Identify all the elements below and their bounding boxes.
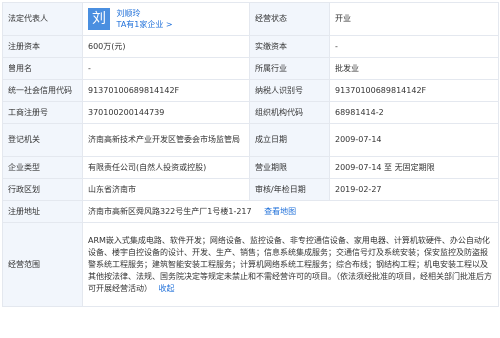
table-row: 注册地址 济南市高新区舜风路322号生产厂1号楼1-217 查看地图 [2, 200, 499, 223]
view-map-link[interactable]: 查看地图 [264, 207, 296, 216]
address-cell: 济南市高新区舜风路322号生产厂1号楼1-217 查看地图 [82, 200, 499, 223]
table-row: 登记机关 济南高新技术产业开发区管委会市场监管局 成立日期 2009-07-14 [2, 123, 499, 157]
industry-label: 所属行业 [249, 57, 330, 80]
table-row: 行政区划 山东省济南市 审核/年检日期 2019-02-27 [2, 178, 499, 201]
inspection-date-label: 审核/年检日期 [249, 178, 330, 201]
inspection-date-value: 2019-02-27 [329, 178, 499, 201]
table-row: 工商注册号 370100200144739 组织机构代码 68981414-2 [2, 101, 499, 124]
table-row: 企业类型 有限责任公司(自然人投资或控股) 营业期限 2009-07-14 至 … [2, 156, 499, 179]
registration-authority-label: 登记机关 [2, 123, 83, 157]
registration-authority-value: 济南高新技术产业开发区管委会市场监管局 [82, 123, 250, 157]
org-code-label: 组织机构代码 [249, 101, 330, 124]
collapse-link[interactable]: 收起 [159, 284, 175, 293]
industry-value: 批发业 [329, 57, 499, 80]
org-code-value: 68981414-2 [329, 101, 499, 124]
business-term-label: 营业期限 [249, 156, 330, 179]
table-row: 曾用名 - 所属行业 批发业 [2, 57, 499, 80]
credit-code-value: 91370100689814142F [82, 79, 250, 102]
address-label: 注册地址 [2, 200, 83, 223]
taxpayer-id-value: 91370100689814142F [329, 79, 499, 102]
paid-capital-label: 实缴资本 [249, 35, 330, 58]
table-row: 注册资本 600万(元) 实缴资本 - [2, 35, 499, 58]
region-value: 山东省济南市 [82, 178, 250, 201]
business-term-value: 2009-07-14 至 无固定期限 [329, 156, 499, 179]
founding-date-label: 成立日期 [249, 123, 330, 157]
paid-capital-value: - [329, 35, 499, 58]
taxpayer-id-label: 纳税人识别号 [249, 79, 330, 102]
status-label: 经营状态 [249, 2, 330, 36]
registered-capital-label: 注册资本 [2, 35, 83, 58]
company-info-table: 法定代表人 刘 刘顺玲 TA有1家企业 > 经营状态 开业 注册资本 600万(… [2, 2, 499, 307]
legal-rep-label: 法定代表人 [2, 2, 83, 36]
company-type-value: 有限责任公司(自然人投资或控股) [82, 156, 250, 179]
registration-number-label: 工商注册号 [2, 101, 83, 124]
legal-rep-cell: 刘 刘顺玲 TA有1家企业 > [82, 2, 250, 36]
former-name-label: 曾用名 [2, 57, 83, 80]
company-type-label: 企业类型 [2, 156, 83, 179]
legal-rep-companies-link[interactable]: TA有1家企业 > [117, 19, 173, 30]
credit-code-label: 统一社会信用代码 [2, 79, 83, 102]
business-scope-value: ARM嵌入式集成电路、软件开发；网络设备、监控设备、非专控通信设备、家用电器、计… [88, 235, 492, 293]
legal-rep-link[interactable]: 刘顺玲 [117, 8, 173, 19]
business-scope-label: 经营范围 [2, 222, 83, 307]
registered-capital-value: 600万(元) [82, 35, 250, 58]
region-label: 行政区划 [2, 178, 83, 201]
table-row: 统一社会信用代码 91370100689814142F 纳税人识别号 91370… [2, 79, 499, 102]
business-scope-cell: ARM嵌入式集成电路、软件开发；网络设备、监控设备、非专控通信设备、家用电器、计… [82, 222, 499, 307]
founding-date-value: 2009-07-14 [329, 123, 499, 157]
status-value: 开业 [329, 2, 499, 36]
address-value: 济南市高新区舜风路322号生产厂1号楼1-217 [88, 206, 252, 216]
former-name-value: - [82, 57, 250, 80]
table-row: 法定代表人 刘 刘顺玲 TA有1家企业 > 经营状态 开业 [2, 2, 499, 36]
avatar: 刘 [88, 8, 110, 30]
registration-number-value: 370100200144739 [82, 101, 250, 124]
table-row: 经营范围 ARM嵌入式集成电路、软件开发；网络设备、监控设备、非专控通信设备、家… [2, 222, 499, 307]
